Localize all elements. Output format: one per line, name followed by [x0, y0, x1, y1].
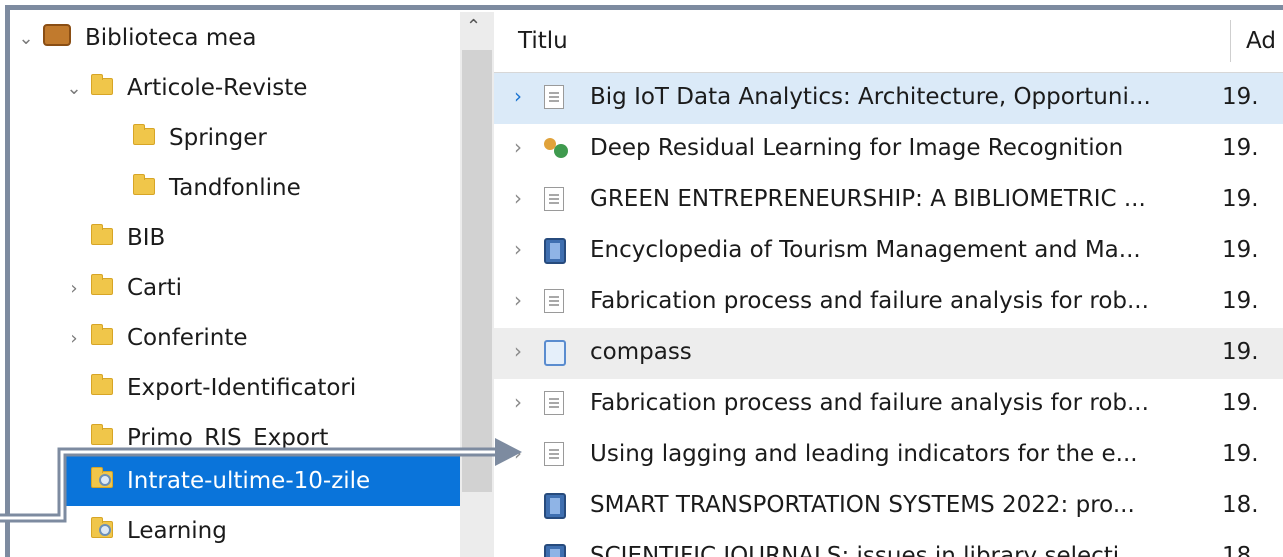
item-date-added: 19.: [1222, 135, 1259, 161]
chevron-down-icon[interactable]: ⌄: [63, 78, 85, 99]
item-date-added: 18.: [1222, 492, 1259, 518]
scrollbar-thumb[interactable]: [462, 50, 492, 492]
item-date-added: 19.: [1222, 339, 1259, 365]
tree-item-label: Articole-Reviste: [127, 75, 308, 101]
folder-icon: [91, 224, 113, 251]
folder-icon: [133, 174, 155, 201]
chevron-right-icon[interactable]: ›: [514, 288, 522, 312]
tree-item-label: Primo_RIS_Export: [127, 425, 329, 451]
item-title: Fabrication process and failure analysis…: [590, 390, 1149, 416]
collections-scrollbar[interactable]: ⌃: [460, 12, 494, 557]
chevron-right-icon[interactable]: ›: [514, 339, 522, 363]
item-date-added: 19.: [1222, 186, 1259, 212]
tree-item-label: Biblioteca mea: [85, 25, 257, 51]
tree-item-label: BIB: [127, 225, 166, 251]
item-date-added: 19.: [1222, 288, 1259, 314]
zotero-window: ⌄ Biblioteca mea ⌄ Articole-Reviste Spri…: [0, 0, 1283, 557]
chevron-right-icon[interactable]: ›: [514, 84, 522, 108]
tree-item-bib[interactable]: BIB: [63, 213, 460, 263]
column-header-title[interactable]: Titlu: [518, 28, 568, 54]
book-icon: [544, 238, 566, 270]
table-row[interactable]: › Deep Residual Learning for Image Recog…: [494, 124, 1283, 175]
item-title: compass: [590, 339, 692, 365]
document-icon: [544, 187, 564, 217]
table-row[interactable]: › compass 19.: [494, 328, 1283, 379]
tree-item-articole-reviste[interactable]: ⌄ Articole-Reviste: [63, 63, 460, 113]
saved-search-folder-icon: [91, 517, 113, 544]
chevron-right-icon[interactable]: ›: [63, 328, 85, 349]
folder-icon: [91, 374, 113, 401]
item-title: Encyclopedia of Tourism Management and M…: [590, 237, 1141, 263]
item-title: SMART TRANSPORTATION SYSTEMS 2022: pro..…: [590, 492, 1135, 518]
library-icon: [43, 24, 71, 52]
item-title: SCIENTIFIC JOURNALS: issues in library s…: [590, 543, 1142, 557]
chevron-down-icon[interactable]: ⌄: [15, 28, 37, 49]
column-header-added[interactable]: Ad: [1246, 28, 1276, 54]
tree-item-carti[interactable]: › Carti: [63, 263, 460, 313]
frame-border-left: [5, 5, 10, 557]
table-row[interactable]: › Fabrication process and failure analys…: [494, 379, 1283, 430]
table-row[interactable]: › Fabrication process and failure analys…: [494, 277, 1283, 328]
tree-item-intrate-ultime-10-zile[interactable]: Intrate-ultime-10-zile: [63, 456, 460, 506]
tree-item-label: Carti: [127, 275, 183, 301]
table-row[interactable]: › Using lagging and leading indicators f…: [494, 430, 1283, 481]
tree-item-conferinte[interactable]: › Conferinte: [63, 313, 460, 363]
document-icon: [544, 391, 564, 421]
chevron-right-icon[interactable]: ›: [514, 237, 522, 261]
table-row[interactable]: › Big IoT Data Analytics: Architecture, …: [494, 73, 1283, 124]
tree-item-label: Springer: [169, 125, 267, 151]
tree-item-tandfonline[interactable]: Tandfonline: [105, 163, 460, 213]
item-date-added: 18.: [1222, 543, 1259, 557]
tree-item-export-identificatori[interactable]: Export-Identificatori: [63, 363, 460, 413]
item-title: Big IoT Data Analytics: Architecture, Op…: [590, 84, 1151, 110]
web-page-icon: [544, 340, 566, 372]
folder-icon: [91, 424, 113, 451]
book-icon: [544, 493, 566, 525]
chevron-right-icon[interactable]: ›: [514, 186, 522, 210]
item-title: Using lagging and leading indicators for…: [590, 441, 1138, 467]
folder-icon: [91, 74, 113, 101]
item-title: Deep Residual Learning for Image Recogni…: [590, 135, 1124, 161]
document-icon: [544, 85, 564, 115]
items-table-header: Titlu Ad: [494, 12, 1283, 73]
tree-item-biblioteca-mea[interactable]: ⌄ Biblioteca mea: [15, 13, 460, 63]
chevron-right-icon[interactable]: ›: [514, 441, 522, 465]
book-icon: [544, 544, 566, 557]
tree-item-label: Conferinte: [127, 325, 248, 351]
item-title: Fabrication process and failure analysis…: [590, 288, 1149, 314]
collections-pane: ⌄ Biblioteca mea ⌄ Articole-Reviste Spri…: [15, 12, 460, 557]
scroll-up-arrow-icon[interactable]: ⌃: [466, 16, 481, 37]
chevron-right-icon[interactable]: ›: [63, 278, 85, 299]
frame-border-top: [5, 5, 1283, 10]
table-row[interactable]: › GREEN ENTREPRENEURSHIP: A BIBLIOMETRIC…: [494, 175, 1283, 226]
folder-icon: [91, 324, 113, 351]
table-row[interactable]: SCIENTIFIC JOURNALS: issues in library s…: [494, 532, 1283, 557]
item-date-added: 19.: [1222, 441, 1259, 467]
conference-paper-icon: [544, 136, 568, 166]
item-date-added: 19.: [1222, 390, 1259, 416]
folder-icon: [91, 274, 113, 301]
document-icon: [544, 442, 564, 472]
tree-item-label: Export-Identificatori: [127, 375, 357, 401]
document-icon: [544, 289, 564, 319]
tree-item-label: Intrate-ultime-10-zile: [127, 468, 371, 494]
saved-search-folder-icon: [91, 467, 113, 494]
chevron-right-icon[interactable]: ›: [514, 135, 522, 159]
tree-item-springer[interactable]: Springer: [105, 113, 460, 163]
item-title: GREEN ENTREPRENEURSHIP: A BIBLIOMETRIC .…: [590, 186, 1146, 212]
item-date-added: 19.: [1222, 237, 1259, 263]
tree-item-label: Learning: [127, 518, 227, 544]
tree-item-learning[interactable]: Learning: [63, 506, 460, 556]
table-row[interactable]: › Encyclopedia of Tourism Management and…: [494, 226, 1283, 277]
table-row[interactable]: SMART TRANSPORTATION SYSTEMS 2022: pro..…: [494, 481, 1283, 532]
chevron-right-icon[interactable]: ›: [514, 390, 522, 414]
tree-item-label: Tandfonline: [169, 175, 301, 201]
column-separator[interactable]: [1230, 20, 1231, 62]
items-pane: Titlu Ad › Big IoT Data Analytics: Archi…: [494, 12, 1283, 557]
folder-icon: [133, 124, 155, 151]
item-date-added: 19.: [1222, 84, 1259, 110]
